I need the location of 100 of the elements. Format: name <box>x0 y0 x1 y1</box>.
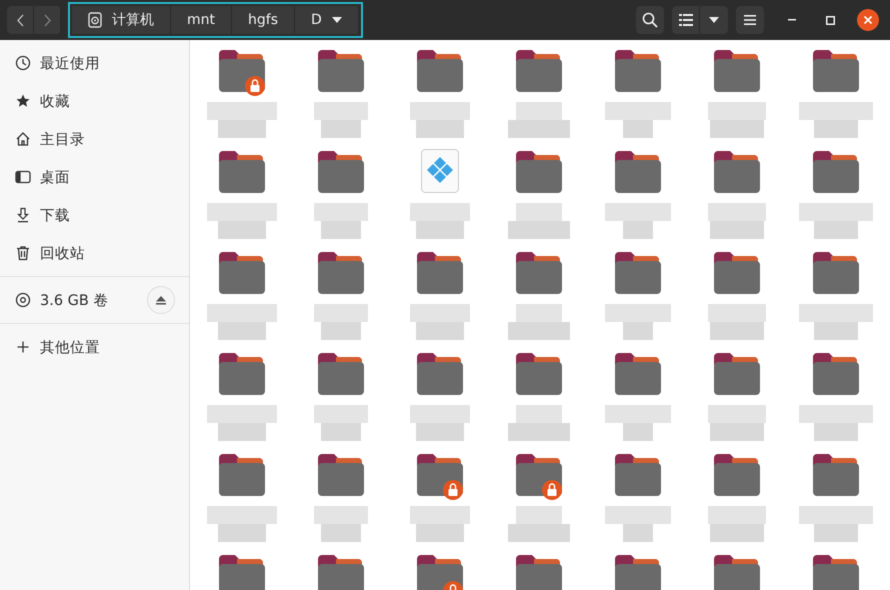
folder-icon <box>218 353 264 395</box>
folder-icon <box>416 555 462 590</box>
blurred-label <box>508 506 570 542</box>
menu-button[interactable] <box>736 6 764 34</box>
view-list-button[interactable] <box>672 6 700 34</box>
folder-icon <box>714 252 760 294</box>
blurred-label <box>410 304 470 340</box>
folder-icon <box>812 454 858 496</box>
sidebar-item[interactable]: 主目录 <box>0 120 189 158</box>
path-button[interactable]: D <box>294 6 359 34</box>
eject-button[interactable] <box>147 286 175 314</box>
list-icon <box>678 14 692 26</box>
folder-icon <box>714 454 760 496</box>
app-icon <box>420 149 458 193</box>
folder-icon <box>416 353 462 395</box>
desktop-icon <box>15 169 31 185</box>
blurred-label <box>314 203 368 239</box>
close-button[interactable] <box>854 6 882 34</box>
blurred-label <box>314 102 368 138</box>
blurred-label <box>206 304 276 340</box>
caret-icon <box>332 17 342 23</box>
blurred-label <box>604 102 670 138</box>
chevron-left-icon <box>16 14 24 26</box>
folder-icon <box>614 151 660 193</box>
folder-icon <box>714 353 760 395</box>
blurred-label <box>410 203 470 239</box>
blurred-label <box>508 304 570 340</box>
sidebar-item[interactable]: 回收站 <box>0 234 189 272</box>
view-options-button[interactable] <box>700 6 728 34</box>
folder-icon <box>614 555 660 590</box>
sidebar-item[interactable]: 下载 <box>0 196 189 234</box>
blurred-label <box>708 203 766 239</box>
folder-icon <box>218 151 264 193</box>
folder-icon <box>516 151 562 193</box>
home-icon <box>15 131 31 147</box>
close-icon <box>857 9 879 31</box>
folder-icon <box>318 454 364 496</box>
blurred-label <box>206 102 276 138</box>
folder-icon <box>714 151 760 193</box>
blurred-label <box>314 405 368 441</box>
folder-icon <box>812 353 858 395</box>
download-icon <box>15 207 31 223</box>
folder-icon <box>812 50 858 92</box>
blurred-label <box>604 506 670 542</box>
minimize-icon <box>788 19 796 21</box>
folder-icon <box>714 50 760 92</box>
blurred-label <box>206 203 276 239</box>
folder-icon <box>516 252 562 294</box>
trash-icon <box>15 245 31 261</box>
folder-icon <box>614 353 660 395</box>
blurred-label <box>314 304 368 340</box>
clock-icon <box>15 55 31 71</box>
blurred-label <box>708 405 766 441</box>
folder-icon <box>218 454 264 496</box>
folder-icon <box>318 252 364 294</box>
folder-icon <box>614 454 660 496</box>
blurred-label <box>604 405 670 441</box>
blurred-label <box>508 102 570 138</box>
folder-icon <box>416 50 462 92</box>
folder-icon <box>318 353 364 395</box>
star-icon <box>15 93 31 109</box>
blurred-label <box>508 203 570 239</box>
folder-icon <box>812 252 858 294</box>
blurred-label <box>604 203 670 239</box>
sidebar-item[interactable]: 收藏 <box>0 82 189 120</box>
folder-icon <box>516 353 562 395</box>
folder-icon <box>318 151 364 193</box>
blurred-label <box>708 506 766 542</box>
folder-icon <box>318 555 364 590</box>
blurred-label <box>708 304 766 340</box>
folder-icon <box>318 50 364 92</box>
blurred-label <box>206 506 276 542</box>
sidebar-item[interactable]: 3.6 GB 卷 <box>0 281 189 319</box>
blurred-label <box>206 405 276 441</box>
sidebar-item[interactable]: 桌面 <box>0 158 189 196</box>
path-button[interactable]: mnt <box>171 6 232 34</box>
caret-icon <box>709 17 719 23</box>
sidebar-item[interactable]: 最近使用 <box>0 44 189 82</box>
blurred-label <box>508 405 570 441</box>
path-button[interactable]: 计算机 <box>72 6 171 34</box>
folder-icon <box>218 555 264 590</box>
plus-icon <box>15 339 31 355</box>
blurred-label <box>604 304 670 340</box>
folder-icon <box>812 555 858 590</box>
folder-icon <box>516 555 562 590</box>
search-icon <box>642 12 658 28</box>
folder-icon <box>614 252 660 294</box>
menu-icon <box>744 15 756 25</box>
chevron-right-icon <box>44 14 50 26</box>
search-button[interactable] <box>636 6 664 34</box>
folder-icon <box>614 50 660 92</box>
sidebar-item[interactable]: 其他位置 <box>0 328 189 366</box>
maximize-icon <box>826 16 834 24</box>
blurred-label <box>314 506 368 542</box>
lock-badge-icon <box>244 76 264 96</box>
eject-icon <box>156 296 166 304</box>
blurred-label <box>410 405 470 441</box>
blurred-label <box>410 102 470 138</box>
path-button[interactable]: hgfs <box>232 6 295 34</box>
folder-icon <box>714 555 760 590</box>
